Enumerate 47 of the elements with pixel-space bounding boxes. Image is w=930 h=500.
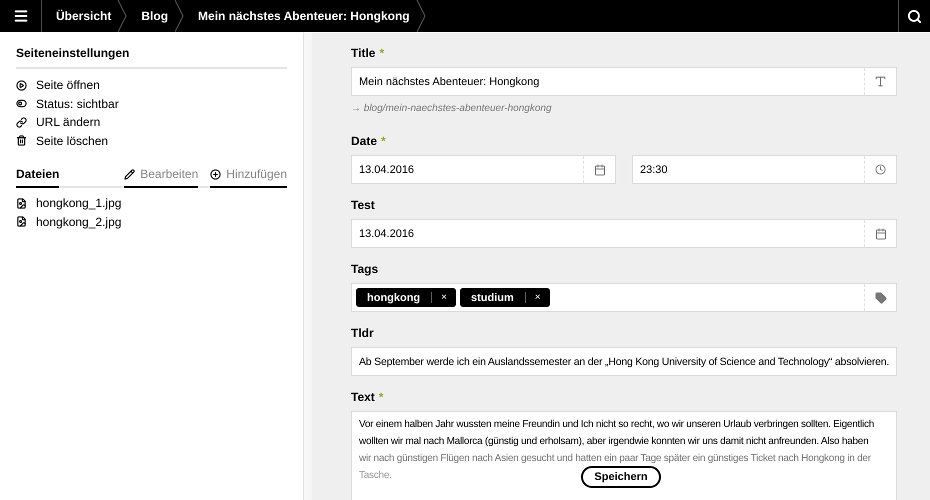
field-label: Tags xyxy=(351,262,380,276)
date-field[interactable]: 13.04.2016 xyxy=(351,155,616,184)
chevron-icon xyxy=(416,0,426,32)
field-label: Tldr xyxy=(351,326,375,340)
field-label: Title * xyxy=(351,46,386,60)
trash-icon xyxy=(16,135,27,146)
link-icon xyxy=(16,116,27,128)
chevron-icon xyxy=(174,0,184,32)
toggle-icon xyxy=(16,98,27,110)
section-title: Seiteneinstellungen xyxy=(16,46,287,69)
image-file-icon xyxy=(16,216,27,228)
breadcrumb-link[interactable]: Übersicht xyxy=(42,0,118,32)
chevron-icon xyxy=(117,0,128,32)
clock-icon xyxy=(875,164,886,175)
tldr-field[interactable]: Ab September werde ich ein Auslandssemester an der „Hong Kong University of Science and Technology“ absolvieren. xyxy=(351,347,897,376)
image-file-icon xyxy=(16,198,27,209)
sidebar-item[interactable]: Seite öffnen xyxy=(16,76,287,94)
tag-chip[interactable]: studium × xyxy=(460,288,550,307)
section-title: Dateien xyxy=(16,167,60,188)
sidebar-item[interactable]: Status: sichtbar xyxy=(16,94,287,113)
breadcrumb-link[interactable]: Blog xyxy=(127,0,174,32)
field-label: Test xyxy=(351,198,376,212)
file-item[interactable]: hongkong_1.jpg xyxy=(16,194,287,212)
field-label: Text * xyxy=(351,390,384,404)
time-field[interactable]: 23:30 xyxy=(632,155,897,184)
tags-field[interactable]: hongkong × studium × xyxy=(351,283,897,312)
plus-circle-icon xyxy=(210,168,222,180)
letter-icon xyxy=(874,75,887,88)
menu-icon xyxy=(12,8,28,24)
file-action-button[interactable]: Hinzufügen xyxy=(210,167,287,188)
sidebar-item[interactable]: URL ändern xyxy=(16,113,287,132)
breadcrumb-link[interactable]: Mein nächstes Abenteuer: Hongkong xyxy=(184,0,416,32)
pencil-icon xyxy=(124,168,136,180)
calendar-icon xyxy=(594,164,606,176)
tag-icon xyxy=(874,292,886,304)
file-item[interactable]: hongkong_2.jpg xyxy=(16,212,287,231)
url-hint: → blog/mein-naechstes-abenteuer-hongkong xyxy=(351,103,553,114)
sidebar-item[interactable]: Seite löschen xyxy=(16,132,287,150)
date-field[interactable]: 13.04.2016 xyxy=(351,219,897,248)
field-label: Date * xyxy=(351,134,387,148)
search-icon xyxy=(907,8,922,24)
save-button[interactable]: Speichern xyxy=(581,466,661,488)
play-icon xyxy=(16,80,27,91)
title-field[interactable]: Mein nächstes Abenteuer: Hongkong xyxy=(351,67,897,96)
calendar-icon xyxy=(874,228,886,240)
file-action-button[interactable]: Bearbeiten xyxy=(124,167,198,188)
tag-chip[interactable]: hongkong × xyxy=(356,288,456,307)
